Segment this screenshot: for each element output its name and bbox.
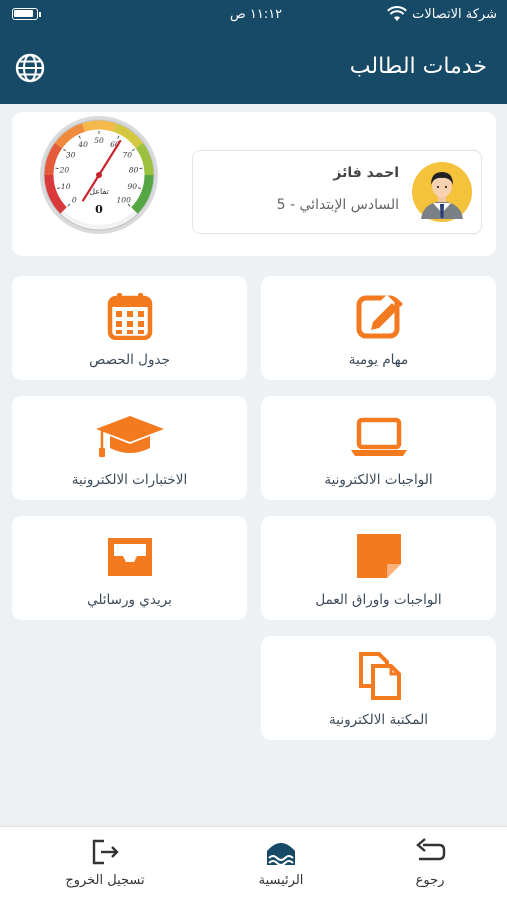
nav-home[interactable]: الرئيسية [221, 827, 341, 900]
edit-note-icon [356, 295, 403, 339]
wifi-icon [387, 6, 407, 21]
tile-label: مهام يومية [348, 352, 409, 368]
carrier-name: شركة الاتصالات [412, 7, 497, 22]
tile-label: الاختبارات الالكترونية [71, 472, 188, 488]
tile-daily-tasks[interactable]: مهام يومية [261, 276, 496, 380]
gauge-tick-label: 90 [128, 182, 138, 191]
tile-label: المكتبة الالكترونية [329, 712, 428, 728]
calendar-icon [107, 293, 152, 340]
inbox-tray-icon [107, 538, 152, 576]
battery-icon [12, 8, 38, 20]
nav-home-label: الرئيسية [258, 873, 304, 888]
graduation-cap-icon [95, 416, 164, 457]
gauge-tick-label: 70 [123, 150, 133, 159]
tile-homework-worksheets[interactable]: الواجبات واوراق العمل [261, 516, 496, 620]
gauge-tick-mark [55, 167, 59, 170]
student-name: احمد فائز [333, 165, 399, 181]
sticky-note-icon [356, 534, 401, 578]
bottom-navigation: رجوع الرئيسية تسجيل الخروج [0, 826, 507, 900]
back-arrow-icon [416, 838, 446, 861]
gauge-label: تفاعل [89, 187, 109, 196]
profile-card: 0 10 20 30 40 50 60 70 80 90 100 تفاعل 0 احمد فائز… [12, 112, 496, 256]
globe-icon[interactable] [14, 52, 46, 84]
laptop-icon [350, 417, 407, 456]
gauge-tick-label: 40 [77, 140, 88, 149]
status-bar: ١١:١٢ ص شركة الاتصالات [0, 0, 507, 30]
student-info[interactable]: احمد فائز السادس الإبتدائي - 5 [192, 150, 482, 234]
tile-e-homework[interactable]: الواجبات الالكترونية [261, 396, 496, 500]
gauge-tick-label: 0 [72, 196, 77, 205]
tile-label: الواجبات الالكترونية [324, 472, 433, 488]
tile-mail-messages[interactable]: بريدي ورسائلي [12, 516, 247, 620]
gauge-tick-label: 80 [129, 166, 139, 175]
documents-icon [358, 652, 401, 700]
nav-back-label: رجوع [415, 873, 445, 888]
gauge-tick-label: 100 [117, 196, 132, 205]
logout-icon [92, 839, 119, 865]
student-avatar [412, 162, 472, 222]
tile-e-exams[interactable]: الاختبارات الالكترونية [12, 396, 247, 500]
nav-logout-label: تسجيل الخروج [65, 873, 145, 888]
student-grade: السادس الإبتدائي - 5 [276, 197, 399, 213]
page-title: خدمات الطالب [349, 54, 487, 79]
gauge-tick-label: 50 [94, 136, 104, 145]
status-time: ١١:١٢ ص [230, 7, 283, 22]
nav-logout[interactable]: تسجيل الخروج [45, 827, 165, 900]
tile-timetable[interactable]: جدول الحصص [12, 276, 247, 380]
gauge-tick-label: 20 [59, 166, 70, 175]
interaction-gauge: 010203040 50 60708090100 تفاعل 0 [40, 116, 158, 234]
tile-label: بريدي ورسائلي [87, 592, 172, 608]
nav-back[interactable]: رجوع [370, 827, 490, 900]
gauge-tick-label: 30 [66, 150, 76, 159]
gauge-tick-label: 10 [61, 182, 71, 191]
home-logo-icon [267, 843, 295, 866]
app-header: خدمات الطالب [0, 30, 507, 104]
tile-e-library[interactable]: المكتبة الالكترونية [261, 636, 496, 740]
gauge-value: 0 [95, 203, 103, 216]
tile-label: جدول الحصص [89, 352, 170, 368]
gauge-tick-mark [139, 167, 143, 170]
tile-label: الواجبات واوراق العمل [315, 592, 442, 608]
